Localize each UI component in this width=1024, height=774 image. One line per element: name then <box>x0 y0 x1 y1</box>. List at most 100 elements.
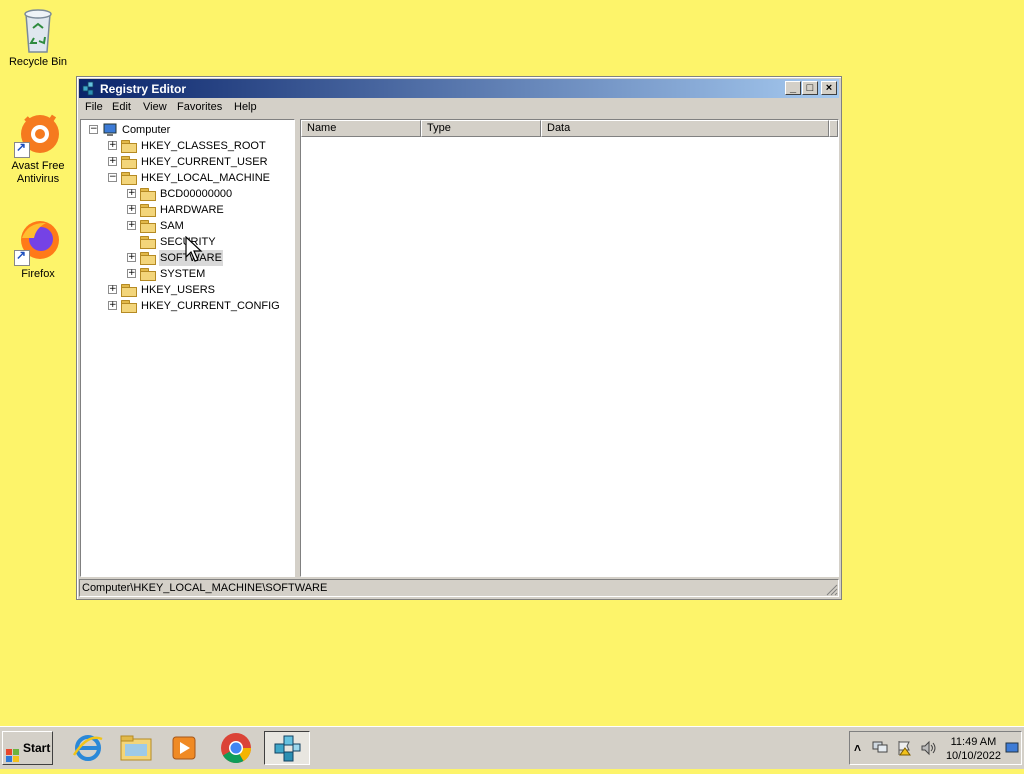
tree-node-label[interactable]: SAM <box>159 218 185 234</box>
menu-file[interactable]: File <box>85 101 103 113</box>
clock-date: 10/10/2022 <box>945 750 1001 762</box>
tree-node[interactable]: + HARDWARE <box>81 202 291 218</box>
firefox-label: Firefox <box>21 268 55 280</box>
collapse-icon[interactable]: − <box>89 125 98 134</box>
folder-icon <box>140 252 156 265</box>
folder-icon <box>140 204 156 217</box>
folder-icon <box>140 236 156 249</box>
tree-node[interactable]: − Computer <box>81 122 291 138</box>
expand-icon[interactable]: + <box>108 157 117 166</box>
internet-explorer-icon <box>72 735 103 761</box>
start-label: Start <box>23 741 51 755</box>
menu-view[interactable]: View <box>143 101 167 113</box>
taskbar-registry-editor[interactable] <box>264 731 310 765</box>
expand-icon[interactable]: + <box>127 269 136 278</box>
close-button[interactable]: × <box>821 81 837 95</box>
taskbar-media-player[interactable] <box>164 731 204 765</box>
tree-node[interactable]: + HKEY_CLASSES_ROOT <box>81 138 291 154</box>
system-tray: ˄ 11:49 AM 10/10/2022 <box>849 731 1022 765</box>
folder-icon <box>121 284 137 297</box>
menu-favorites[interactable]: Favorites <box>177 101 222 113</box>
column-filler <box>829 120 838 137</box>
windows-logo-icon <box>6 742 20 762</box>
clock[interactable]: 11:49 AM 10/10/2022 <box>946 735 1001 763</box>
tree-node[interactable]: − HKEY_LOCAL_MACHINE <box>81 170 291 186</box>
collapse-icon[interactable]: − <box>108 173 117 182</box>
folder-icon <box>140 268 156 281</box>
tree-node[interactable]: + SYSTEM <box>81 266 291 282</box>
expand-icon[interactable]: + <box>108 141 117 150</box>
avast-label: Avast Free Antivirus <box>11 160 65 185</box>
window-title: Registry Editor <box>100 82 187 96</box>
firefox-icon <box>14 218 62 266</box>
show-hidden-icons-icon[interactable]: ˄ <box>854 741 861 755</box>
volume-icon[interactable] <box>920 740 938 756</box>
key-tree-pane[interactable]: − Computer + HKEY_CLASSES_ROOT + HKEY_CURRENT… <box>80 119 295 577</box>
folder-icon <box>121 156 137 169</box>
avast-icon <box>14 110 62 158</box>
recycle-bin-label: Recycle Bin <box>8 56 68 68</box>
tree-node-label[interactable]: HKEY_CURRENT_USER <box>140 154 269 170</box>
action-center-flag-icon[interactable] <box>896 740 912 756</box>
file-explorer-icon <box>120 735 152 761</box>
status-bar: Computer\HKEY_LOCAL_MACHINE\SOFTWARE <box>79 579 839 597</box>
tree-node-label[interactable]: HKEY_LOCAL_MACHINE <box>140 170 271 186</box>
tree-node[interactable]: + HKEY_USERS <box>81 282 291 298</box>
resize-grip-icon[interactable] <box>826 584 838 596</box>
folder-icon <box>121 140 137 153</box>
folder-icon <box>140 188 156 201</box>
expand-icon[interactable]: + <box>108 301 117 310</box>
expand-icon[interactable]: + <box>127 253 136 262</box>
tree-node-label[interactable]: HKEY_USERS <box>140 282 216 298</box>
clock-time: 11:49 AM <box>950 736 997 748</box>
expand-icon[interactable]: + <box>127 205 136 214</box>
tree-node-label[interactable]: HKEY_CURRENT_CONFIG <box>140 298 281 314</box>
show-desktop-icon[interactable] <box>1005 742 1019 754</box>
menu-bar: File Edit View Favorites Help <box>79 99 839 117</box>
folder-icon <box>140 220 156 233</box>
values-list-pane[interactable]: Name Type Data <box>300 119 839 577</box>
chrome-icon <box>221 733 251 764</box>
shortcut-arrow-icon <box>14 140 30 158</box>
expand-icon[interactable]: + <box>127 189 136 198</box>
tree-node-label[interactable]: SYSTEM <box>159 266 206 282</box>
tree-node[interactable]: + HKEY_CURRENT_USER <box>81 154 291 170</box>
taskbar-chrome[interactable] <box>216 731 256 765</box>
mouse-cursor-icon <box>184 235 204 264</box>
tree-node[interactable]: + BCD00000000 <box>81 186 291 202</box>
start-button[interactable]: Start <box>2 731 53 765</box>
shortcut-arrow-icon <box>14 248 30 266</box>
taskbar-file-explorer[interactable] <box>116 731 156 765</box>
folder-icon <box>121 300 137 313</box>
tree-node-label[interactable]: HKEY_CLASSES_ROOT <box>140 138 267 154</box>
tree-node[interactable]: + SAM <box>81 218 291 234</box>
expand-icon[interactable]: + <box>127 221 136 230</box>
media-player-icon <box>172 736 196 760</box>
minimize-button[interactable]: _ <box>785 81 801 95</box>
taskbar: Start ˄ 11:49 AM 10/10/2022 <box>0 726 1024 769</box>
column-name[interactable]: Name <box>301 120 421 137</box>
tree-node[interactable]: + HKEY_CURRENT_CONFIG <box>81 298 291 314</box>
column-type[interactable]: Type <box>421 120 541 137</box>
expand-icon[interactable]: + <box>108 285 117 294</box>
tree-node-label[interactable]: Computer <box>121 122 171 138</box>
registry-editor-icon <box>82 81 97 96</box>
tree-node-label[interactable]: HARDWARE <box>159 202 225 218</box>
desktop-icon-firefox[interactable]: Firefox <box>0 218 76 281</box>
registry-editor-window[interactable]: Registry Editor _ □ × File Edit View Fav… <box>76 76 842 600</box>
recycle-bin-icon <box>14 6 62 54</box>
folder-icon <box>121 172 137 185</box>
tree-node-label[interactable]: BCD00000000 <box>159 186 233 202</box>
taskbar-internet-explorer[interactable] <box>68 731 108 765</box>
menu-help[interactable]: Help <box>234 101 257 113</box>
computer-icon <box>102 123 118 137</box>
status-path: Computer\HKEY_LOCAL_MACHINE\SOFTWARE <box>82 582 328 594</box>
registry-editor-icon <box>274 735 301 762</box>
desktop-icon-avast[interactable]: Avast Free Antivirus <box>0 110 76 186</box>
network-icon[interactable] <box>872 740 888 754</box>
maximize-button[interactable]: □ <box>802 81 818 95</box>
menu-edit[interactable]: Edit <box>112 101 131 113</box>
column-data[interactable]: Data <box>541 120 829 137</box>
title-bar[interactable]: Registry Editor _ □ × <box>79 79 839 98</box>
desktop-icon-recycle-bin[interactable]: Recycle Bin <box>0 6 76 69</box>
